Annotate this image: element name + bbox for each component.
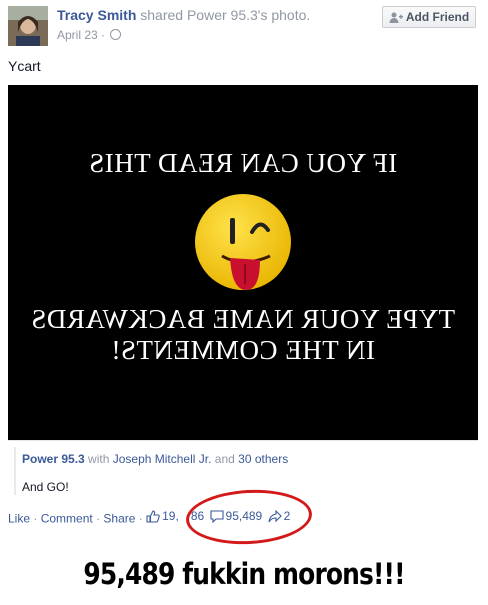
post-date[interactable]: April 23 xyxy=(57,28,98,42)
separator: · xyxy=(138,511,143,526)
share-link[interactable]: Share xyxy=(103,512,135,526)
thumbs-up-icon xyxy=(146,509,160,523)
date-separator: · xyxy=(101,28,106,42)
add-friend-button[interactable]: Add Friend xyxy=(382,6,476,28)
photo-text-line-1: IF YOU CAN READ THIS xyxy=(88,148,398,178)
shared-text: shared xyxy=(140,7,184,23)
photo-link[interactable]: photo. xyxy=(271,7,310,23)
source-page-name[interactable]: Power 95.3 xyxy=(22,452,85,466)
and-text: and xyxy=(214,452,235,466)
shared-post-header: Power 95.3 with Joseph Mitchell Jr. and … xyxy=(22,452,288,466)
post-date-line: April 23 · xyxy=(57,28,122,42)
add-friend-label: Add Friend xyxy=(405,10,470,24)
source-page-link[interactable]: Power 95.3's xyxy=(187,7,268,23)
shared-post-message: And GO! xyxy=(22,480,69,494)
winking-tongue-emoji xyxy=(195,194,291,290)
separator: · xyxy=(96,511,101,526)
post-header: Tracy Smith shared Power 95.3's photo. xyxy=(57,7,310,23)
red-annotation-circle xyxy=(184,486,314,548)
photo-text-line-3: IN THE COMMENTS! xyxy=(111,335,375,365)
shared-post-bar xyxy=(14,447,16,495)
like-link[interactable]: Like xyxy=(8,512,30,526)
shared-photo[interactable]: IF YOU CAN READ THIS TYPE YOUR NAME BACK… xyxy=(8,85,478,440)
meme-caption: 95,489 fukkin morons!!! xyxy=(83,557,405,591)
author-name[interactable]: Tracy Smith xyxy=(57,7,136,23)
add-friend-icon xyxy=(389,12,403,23)
separator: · xyxy=(33,511,38,526)
globe-icon xyxy=(110,29,122,40)
likes-count: 19, xyxy=(162,509,179,523)
tagged-others[interactable]: 30 others xyxy=(238,452,288,466)
post-message: Ycart xyxy=(8,58,41,74)
with-text: with xyxy=(88,452,110,466)
avatar[interactable] xyxy=(8,6,48,46)
tagged-person[interactable]: Joseph Mitchell Jr. xyxy=(113,452,212,466)
photo-text-line-2: TYPE YOUR NAME BACKWARDS xyxy=(30,304,456,334)
comment-link[interactable]: Comment xyxy=(41,512,93,526)
divider xyxy=(8,440,478,441)
